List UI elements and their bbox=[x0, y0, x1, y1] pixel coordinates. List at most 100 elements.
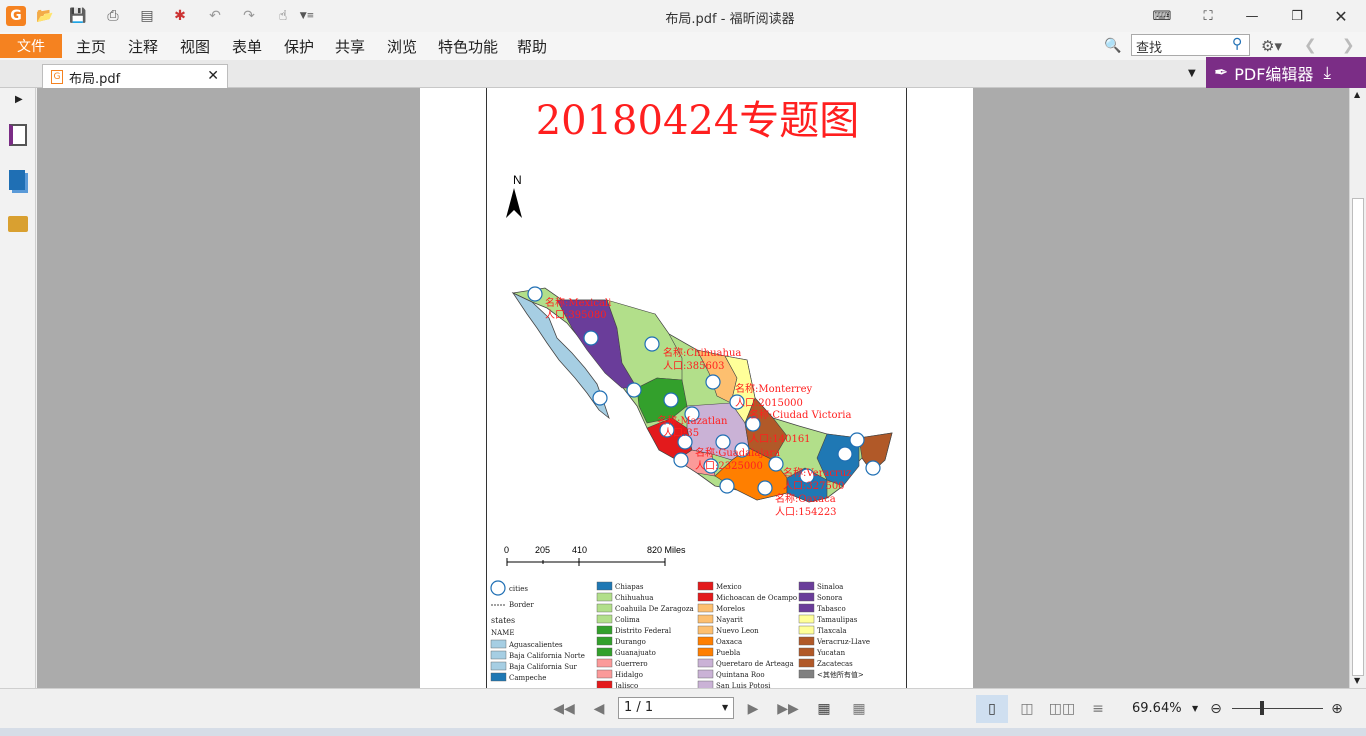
document-viewport[interactable]: 20180424专题图 N 名称:Mexicali 人口:395080 名称:C… bbox=[37, 88, 1349, 688]
legend-entry: Durango bbox=[615, 638, 646, 646]
menu-help[interactable]: 帮助 bbox=[517, 36, 547, 57]
legend-border: Border bbox=[509, 601, 534, 609]
previous-page-icon[interactable]: ◀ bbox=[588, 699, 610, 719]
scrollbar-thumb[interactable] bbox=[1352, 198, 1364, 676]
bookmark-icon[interactable] bbox=[9, 124, 27, 146]
legend-entry: Sonora bbox=[817, 594, 842, 602]
legend-entry: Morelos bbox=[716, 605, 745, 613]
zoom-slider-handle[interactable] bbox=[1260, 701, 1264, 715]
restore-icon[interactable]: ❐ bbox=[1277, 4, 1317, 28]
legend-swatch bbox=[596, 636, 613, 646]
legend-swatch bbox=[798, 669, 815, 679]
legend-swatch bbox=[697, 658, 714, 668]
zoom-out-icon[interactable]: ⊖ bbox=[1205, 699, 1227, 719]
tab-list-dropdown-icon[interactable]: ▼ bbox=[1188, 68, 1196, 79]
find-folder-icon[interactable]: 🔍 bbox=[1104, 38, 1121, 54]
vertical-scrollbar[interactable]: ▲ ▼ bbox=[1349, 88, 1366, 688]
scroll-down-icon[interactable]: ▼ bbox=[1354, 676, 1360, 685]
zoom-dropdown-icon[interactable]: ▼ bbox=[1192, 704, 1198, 713]
fullscreen-icon[interactable]: ⛶ bbox=[1188, 4, 1228, 28]
label-veracruz-pop: 人口:327500 bbox=[783, 480, 845, 492]
map-layout-frame: 20180424专题图 N 名称:Mexicali 人口:395080 名称:C… bbox=[486, 88, 907, 688]
legend-swatch bbox=[596, 658, 613, 668]
title-bar: G 📂 💾 ⎙ ▤ ✱ ↶ ↷ ☝ ▼≡ 布局.pdf - 福昕阅读器 ⌨ ⛶ … bbox=[0, 0, 1366, 32]
legend-entry: Veracruz-Llave bbox=[816, 638, 870, 646]
legend-entry: Chiapas bbox=[615, 583, 644, 591]
file-menu-button[interactable]: 文件 bbox=[0, 34, 62, 58]
menu-protect[interactable]: 保护 bbox=[284, 36, 314, 57]
legend-entry: Chihuahua bbox=[615, 594, 653, 602]
expand-panel-icon[interactable]: ▶ bbox=[15, 94, 23, 105]
legend-swatch bbox=[798, 625, 815, 635]
continuous-facing-icon[interactable]: ≡ bbox=[1087, 699, 1109, 719]
legend-entry: <其他所有值> bbox=[817, 670, 864, 679]
single-page-icon[interactable]: ▯ bbox=[976, 695, 1008, 723]
first-page-icon[interactable]: ◀◀ bbox=[553, 699, 575, 719]
legend-swatch bbox=[697, 669, 714, 679]
pdf-editor-label: PDF编辑器 bbox=[1234, 64, 1314, 84]
legend-swatch bbox=[697, 647, 714, 657]
zoom-in-icon[interactable]: ⊕ bbox=[1326, 699, 1348, 719]
legend-entry: Nayarit bbox=[716, 616, 743, 624]
legend-states-title: states bbox=[491, 616, 515, 625]
legend-swatch bbox=[490, 672, 507, 682]
legend-entry: Zacatecas bbox=[817, 660, 853, 668]
tab-close-icon[interactable]: ✕ bbox=[207, 68, 219, 84]
north-label: N bbox=[513, 173, 522, 187]
legend-entry: Guerrero bbox=[615, 660, 648, 668]
legend-entry: Campeche bbox=[509, 674, 546, 682]
minimize-icon[interactable]: — bbox=[1232, 4, 1272, 28]
legend-entry: Quintana Roo bbox=[716, 671, 765, 679]
legend-swatch bbox=[596, 669, 613, 679]
menu-share[interactable]: 共享 bbox=[335, 36, 365, 57]
label-victoria-pop: 人口:140161 bbox=[749, 433, 811, 445]
page-dropdown-icon[interactable]: ▼ bbox=[722, 703, 728, 712]
search-icon[interactable]: ⚲ bbox=[1232, 36, 1242, 52]
legend-field: NAME bbox=[491, 629, 514, 637]
page-number-input[interactable]: 1 / 1 bbox=[618, 697, 734, 719]
legend-entry: Baja California Norte bbox=[509, 652, 585, 660]
legend-entry: Distrito Federal bbox=[615, 627, 672, 635]
pages-thumbnail-icon[interactable] bbox=[9, 170, 25, 190]
menu-browse[interactable]: 浏览 bbox=[387, 36, 417, 57]
document-tab[interactable]: G 布局.pdf ✕ bbox=[42, 64, 228, 89]
menu-comment[interactable]: 注释 bbox=[128, 36, 158, 57]
legend-swatch bbox=[798, 614, 815, 624]
last-page-icon[interactable]: ▶▶ bbox=[777, 699, 799, 719]
menu-features[interactable]: 特色功能 bbox=[438, 36, 498, 57]
next-view-icon[interactable]: ▦ bbox=[848, 699, 870, 719]
legend-swatch bbox=[798, 647, 815, 657]
legend-swatch bbox=[798, 603, 815, 613]
legend-swatch bbox=[490, 661, 507, 671]
legend-entry: Tlaxcala bbox=[817, 627, 847, 635]
legend-swatch bbox=[596, 680, 613, 688]
continuous-page-icon[interactable]: ◫ bbox=[1016, 699, 1038, 719]
next-page-icon[interactable]: ▶ bbox=[742, 699, 764, 719]
pdf-page: 20180424专题图 N 名称:Mexicali 人口:395080 名称:C… bbox=[420, 88, 973, 688]
comments-icon[interactable] bbox=[8, 216, 28, 232]
menu-view[interactable]: 视图 bbox=[180, 36, 210, 57]
legend-swatch bbox=[697, 592, 714, 602]
menu-form[interactable]: 表单 bbox=[232, 36, 262, 57]
zoom-level[interactable]: 69.64% bbox=[1132, 701, 1182, 716]
left-panel: ▶ bbox=[0, 88, 40, 688]
previous-view-icon[interactable]: ▦ bbox=[813, 699, 835, 719]
scroll-up-icon[interactable]: ▲ bbox=[1354, 90, 1360, 99]
zoom-slider-track[interactable] bbox=[1232, 708, 1323, 709]
legend-city-icon bbox=[490, 580, 506, 596]
pen-icon: ✒ bbox=[1214, 62, 1229, 83]
pdf-file-icon: G bbox=[51, 70, 63, 84]
legend-entry: Aguascalientes bbox=[508, 641, 563, 649]
next-icon[interactable]: ❯ bbox=[1342, 36, 1355, 54]
legend-cities: cities bbox=[509, 585, 528, 593]
previous-icon[interactable]: ❮ bbox=[1304, 36, 1317, 54]
menu-home[interactable]: 主页 bbox=[76, 36, 106, 57]
facing-pages-icon[interactable]: ◫◫ bbox=[1049, 699, 1075, 719]
label-guadalajara-pop: 人口:2325000 bbox=[695, 460, 763, 472]
legend-swatch bbox=[798, 581, 815, 591]
tell-me-icon[interactable]: ⌨ bbox=[1142, 4, 1182, 28]
legend-entry: Hidalgo bbox=[615, 671, 643, 679]
settings-gear-icon[interactable]: ⚙▾ bbox=[1261, 37, 1282, 55]
pdf-editor-button[interactable]: ✒ PDF编辑器 ⤓ bbox=[1206, 57, 1366, 88]
close-icon[interactable]: ✕ bbox=[1321, 4, 1361, 28]
